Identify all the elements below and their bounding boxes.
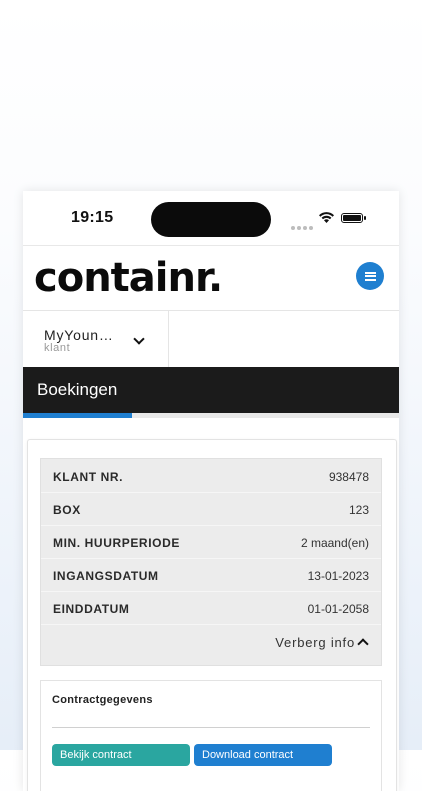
info-value: 123 [348, 503, 369, 517]
phone-frame: 19:15 containr. MyYoun… klant Boekingen [23, 191, 399, 791]
info-row-einddatum: EINDDATUM 01-01-2058 [41, 591, 381, 625]
status-bar: 19:15 [23, 191, 399, 245]
info-label: KLANT NR. [53, 470, 124, 484]
info-value: 2 maand(en) [300, 536, 369, 550]
page-title-bar: Boekingen [23, 367, 399, 413]
battery-icon [341, 213, 366, 223]
status-icons [291, 210, 371, 230]
client-selector[interactable]: MyYoun… klant [23, 311, 169, 368]
page-progress [23, 413, 399, 418]
info-row-ingangsdatum: INGANGSDATUM 13-01-2023 [41, 558, 381, 592]
client-selector-row: MyYoun… klant [23, 310, 399, 368]
booking-card: KLANT NR. 938478 BOX 123 MIN. HUURPERIOD… [27, 439, 397, 791]
contract-section: Contractgegevens Bekijk contract Downloa… [40, 680, 382, 791]
hamburger-icon [364, 270, 376, 282]
client-name: MyYoun… [44, 327, 114, 343]
view-contract-button[interactable]: Bekijk contract [52, 744, 190, 766]
info-label: BOX [53, 503, 81, 517]
client-role: klant [44, 342, 71, 354]
wifi-icon [319, 212, 334, 223]
contract-title: Contractgegevens [52, 694, 153, 706]
info-row-min-huurperiode: MIN. HUURPERIODE 2 maand(en) [41, 525, 381, 559]
app-header: containr. [23, 245, 399, 311]
info-value: 938478 [328, 470, 369, 484]
chevron-up-icon [357, 638, 369, 650]
page-progress-fill [23, 413, 133, 418]
info-row-box: BOX 123 [41, 492, 381, 526]
signal-icon [291, 217, 315, 235]
containr-logo[interactable]: containr. [28, 253, 242, 303]
menu-button[interactable] [356, 262, 384, 290]
status-time: 19:15 [71, 209, 114, 226]
booking-info: KLANT NR. 938478 BOX 123 MIN. HUURPERIOD… [40, 458, 382, 666]
info-label: INGANGSDATUM [53, 569, 159, 583]
info-label: MIN. HUURPERIODE [53, 536, 180, 550]
hide-info-toggle[interactable]: Verberg info [275, 635, 369, 650]
info-value: 01-01-2058 [307, 602, 369, 616]
info-label: EINDDATUM [53, 602, 130, 616]
hide-info-label: Verberg info [275, 635, 355, 650]
dynamic-island [151, 202, 271, 237]
info-value: 13-01-2023 [307, 569, 369, 583]
page-title: Boekingen [37, 380, 118, 399]
info-row-klant-nr: KLANT NR. 938478 [41, 459, 381, 493]
divider [52, 727, 370, 728]
chevron-down-icon [133, 333, 145, 345]
download-contract-button[interactable]: Download contract [194, 744, 332, 766]
